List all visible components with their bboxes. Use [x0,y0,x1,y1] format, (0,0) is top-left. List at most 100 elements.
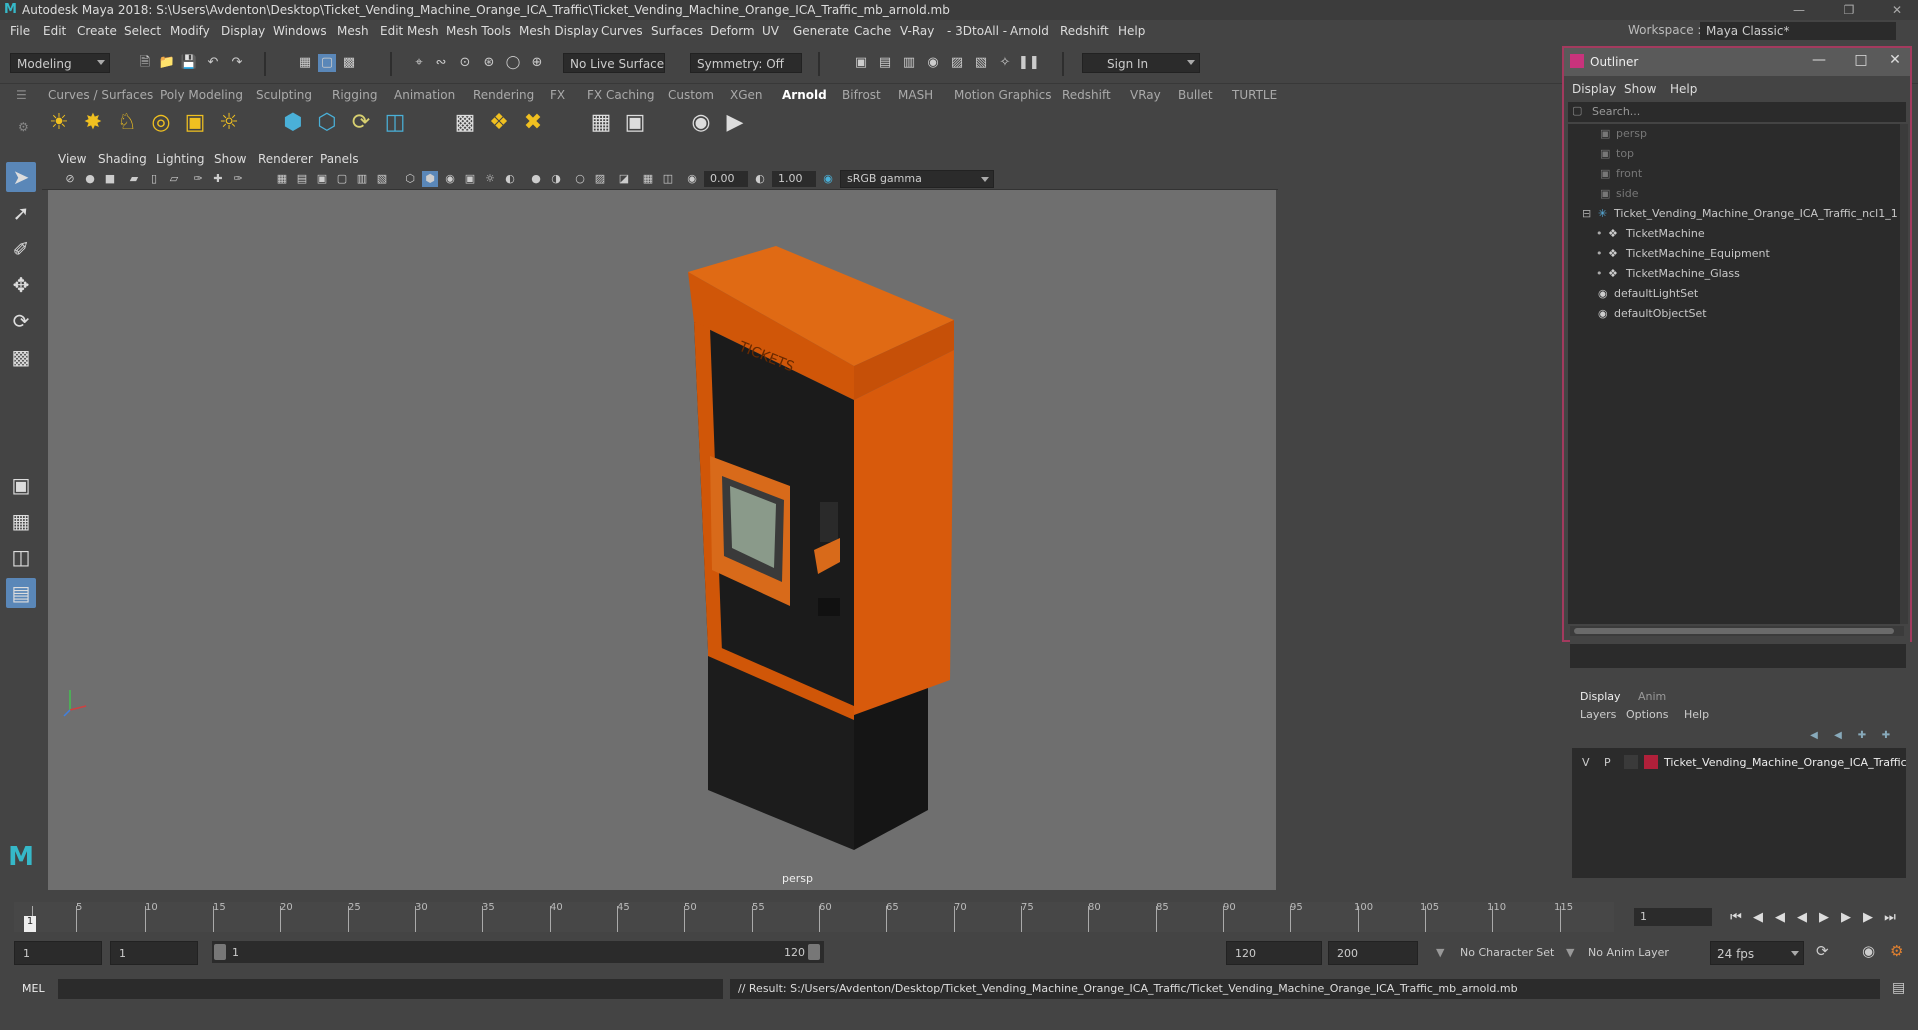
antialias-icon[interactable]: ▨ [592,171,608,187]
play-forwards-icon[interactable]: ▶ [1814,908,1834,928]
new-scene-icon[interactable]: 🗎 [136,54,154,72]
menu-display[interactable]: Display [221,24,265,38]
shelf-tab-xgen[interactable]: XGen [730,88,763,102]
light-manager-icon[interactable]: ▣ [620,108,650,138]
snap-vertex-icon[interactable]: ⊕ [528,54,546,72]
outliner-maximize-icon[interactable]: □ [1846,52,1876,72]
menu-curves[interactable]: Curves [601,24,643,38]
redo-icon[interactable]: ↷ [228,54,246,72]
go-to-start-icon[interactable]: ⏮ [1726,908,1746,928]
go-to-end-icon[interactable]: ⏭ [1880,908,1900,928]
save-scene-icon[interactable]: 💾 [180,54,198,72]
shelf-tab-fx[interactable]: FX [550,88,565,102]
layer-playback-toggle[interactable]: P [1604,756,1611,769]
menu-deform[interactable]: Deform [710,24,755,38]
character-set-field[interactable]: No Character Set [1452,941,1560,965]
layer-visibility-toggle[interactable]: V [1582,756,1590,769]
rotate-tool-icon[interactable]: ⟳ [6,306,36,336]
new-layer-selected-icon[interactable]: ✚ [1878,730,1894,744]
viewport-menu-panels[interactable]: Panels [320,152,359,166]
camera-lock-icon[interactable]: ● [82,171,98,187]
menu-file[interactable]: File [10,24,30,38]
shelf-tab-motion-graphics[interactable]: Motion Graphics [954,88,1052,102]
exposure-field[interactable]: 0.00 [704,171,748,187]
restore-icon[interactable]: ❐ [1832,0,1866,20]
shelf-tab-turtle[interactable]: TURTLE [1232,88,1277,102]
outliner-layout-icon[interactable]: ▤ [6,578,36,608]
menu-select[interactable]: Select [124,24,161,38]
image-plane-icon[interactable]: ▯ [146,171,162,187]
lasso-tool-icon[interactable]: ➚ [6,198,36,228]
grid-toggle-icon[interactable]: ✚ [210,171,226,187]
character-set-arrow-icon[interactable]: ▼ [1436,946,1444,959]
xray-joints-icon[interactable]: ◑ [548,171,564,187]
two-view-icon[interactable]: ◫ [6,542,36,572]
current-frame-field[interactable]: 1 [1634,908,1712,926]
menu-redshift[interactable]: Redshift [1060,24,1109,38]
layer-move-down-icon[interactable]: ◀ [1830,730,1846,744]
photometric-light-icon[interactable]: ♘ [112,108,142,138]
new-layer-icon[interactable]: ✚ [1854,730,1870,744]
isolate-select-icon[interactable]: ◪ [616,171,632,187]
menu-surfaces[interactable]: Surfaces [651,24,703,38]
wireframe-icon[interactable]: ⬡ [402,171,418,187]
current-frame-marker[interactable]: 1 [24,916,36,932]
depth-of-field-icon[interactable]: ▦ [640,171,656,187]
viewport-menu-view[interactable]: View [58,152,86,166]
grid-icon[interactable]: ▦ [274,171,290,187]
four-view-icon[interactable]: ▦ [6,506,36,536]
anim-end-field[interactable]: 200 [1328,941,1418,965]
live-surface-field[interactable]: No Live Surface [563,53,665,73]
smooth-shade-icon[interactable]: ⬢ [422,171,438,187]
outliner-menu-show[interactable]: Show [1624,82,1656,96]
render-settings-icon[interactable]: ◉ [924,54,942,72]
layer-row[interactable]: V P Ticket_Vending_Machine_Orange_ICA_Tr… [1572,752,1907,772]
shelf-tab-arnold[interactable]: Arnold [782,88,827,102]
area-light-icon[interactable]: ☀ [44,108,74,138]
sign-in-button[interactable]: Sign In [1082,53,1200,73]
select-object-icon[interactable]: ▢ [318,54,336,72]
playback-end-field[interactable]: 120 [1226,941,1322,965]
standin-icon[interactable]: ⬢ [278,108,308,138]
collapse-icon[interactable]: ⊟ [1582,207,1591,220]
shelf-settings-icon[interactable]: ⚙ [18,120,29,134]
command-language-toggle[interactable]: MEL [22,982,45,995]
camera-attr-icon[interactable]: ■ [102,171,118,187]
menu-help[interactable]: Help [1118,24,1145,38]
layer-menu-help[interactable]: Help [1684,708,1709,721]
menu-mesh-tools[interactable]: Mesh Tools [446,24,511,38]
exposure-icon[interactable]: ◉ [684,171,700,187]
use-all-lights-icon[interactable]: ☼ [482,171,498,187]
shelf-tab-sculpting[interactable]: Sculpting [256,88,312,102]
step-forward-key-icon[interactable]: ▶ [1858,908,1878,928]
field-chart-icon[interactable]: ▢ [334,171,350,187]
flush-cache-icon[interactable]: ◫ [380,108,410,138]
anim-layer-field[interactable]: No Anim Layer [1580,941,1684,965]
mesh-light-icon[interactable]: ✸ [78,108,108,138]
shelf-menu-icon[interactable]: ☰ [16,88,27,102]
layer-menu-options[interactable]: Options [1626,708,1668,721]
minimize-icon[interactable]: — [1782,0,1816,20]
skydome-light-icon[interactable]: ◎ [146,108,176,138]
gamma-field[interactable]: 1.00 [772,171,816,187]
menu-mesh[interactable]: Mesh [337,24,369,38]
menu-create[interactable]: Create [77,24,117,38]
select-hierarchy-icon[interactable]: ▦ [296,54,314,72]
shelf-tab-vray[interactable]: VRay [1130,88,1161,102]
menu-generate[interactable]: Generate [793,24,849,38]
layer-move-up-icon[interactable]: ◀ [1806,730,1822,744]
outliner-close-icon[interactable]: ✕ [1880,52,1910,72]
menu-uv[interactable]: UV [762,24,779,38]
auto-key-icon[interactable]: ◉ [1862,942,1875,960]
range-slider[interactable]: 1 120 [212,941,824,963]
color-space-dropdown[interactable]: sRGB gamma [840,170,994,188]
loop-icon[interactable]: ⟳ [1816,942,1829,960]
anim-start-field[interactable]: 1 [14,941,102,965]
menu-arnold[interactable]: Arnold [1010,24,1049,38]
range-end-handle[interactable] [808,944,820,960]
menu-3dtoall[interactable]: - 3DtoAll - [947,24,1007,38]
shadows-icon[interactable]: ◐ [502,171,518,187]
layer-menu-layers[interactable]: Layers [1580,708,1616,721]
viewport-menu-show[interactable]: Show [214,152,246,166]
shelf-tab-mash[interactable]: MASH [898,88,933,102]
